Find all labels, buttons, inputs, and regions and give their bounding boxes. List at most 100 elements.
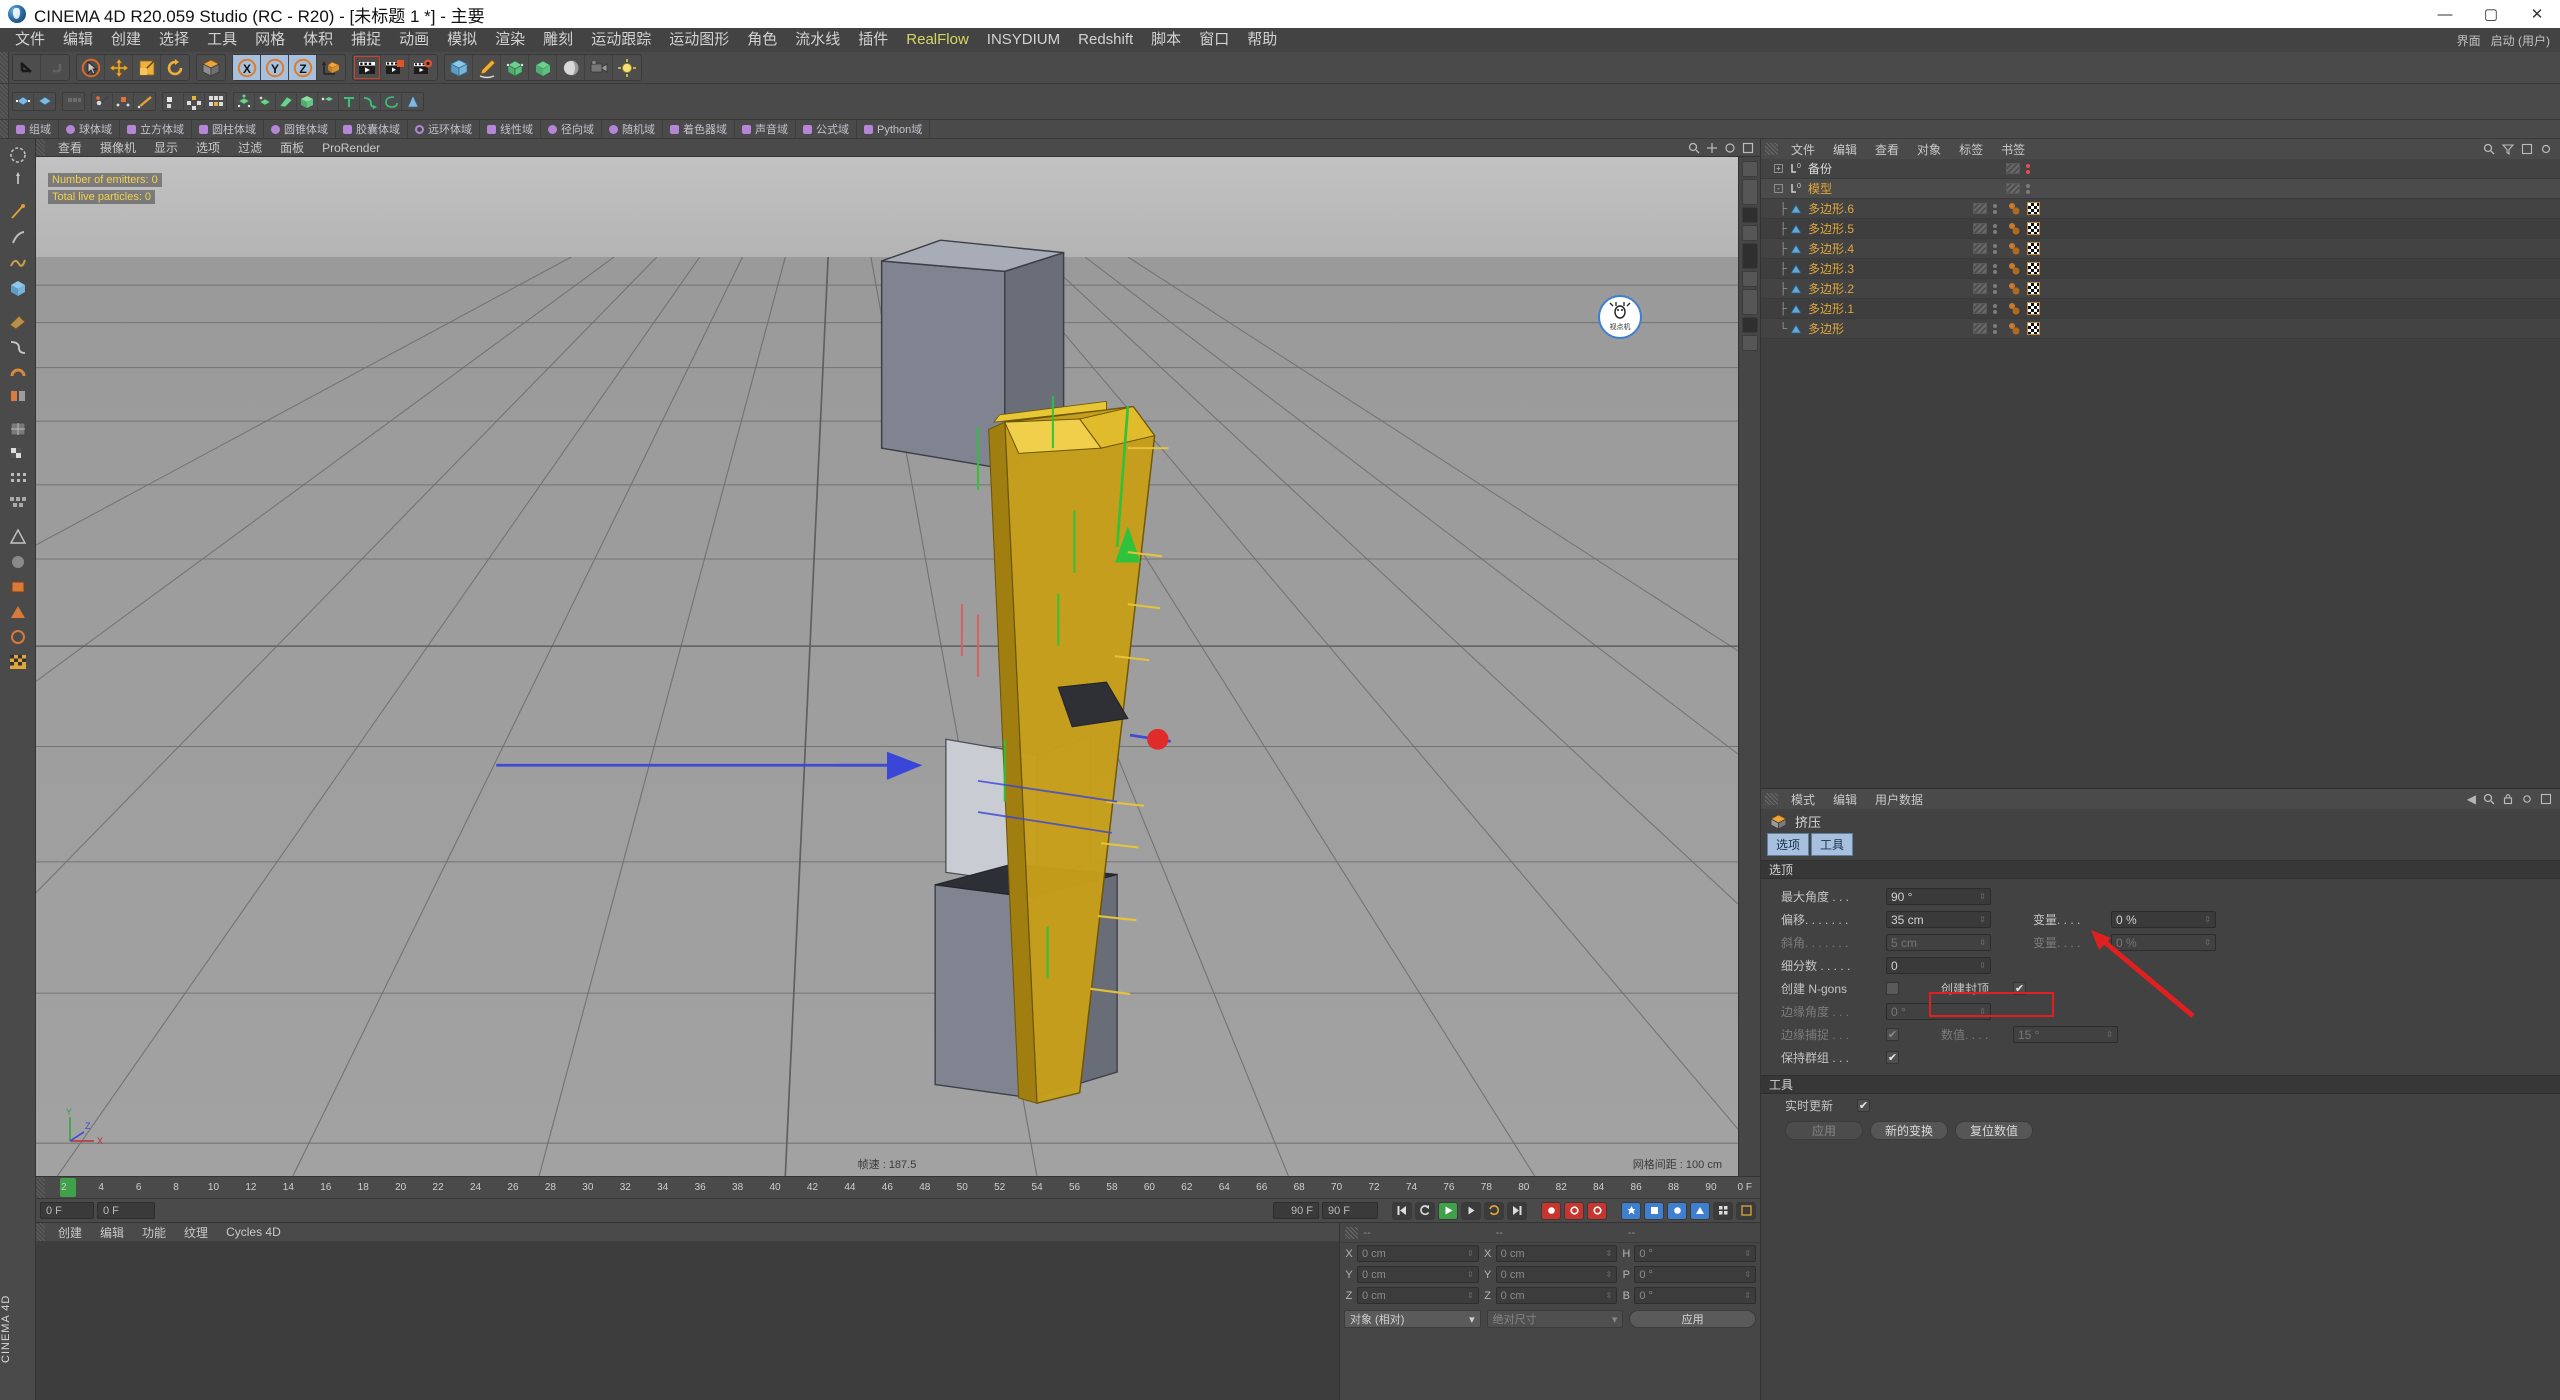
stepper-icon[interactable]: ⇳	[1979, 961, 1986, 970]
menu-item-tools[interactable]: 工具	[198, 28, 246, 52]
texture-tag-icon[interactable]	[2027, 222, 2040, 235]
key-rotation-button[interactable]	[1667, 1202, 1687, 1220]
visibility-toggle[interactable]	[1973, 203, 1987, 214]
side-tool-3-icon[interactable]	[1742, 207, 1758, 223]
create-ngons-checkbox[interactable]	[1886, 982, 1899, 995]
menu-item-realflow[interactable]: RealFlow	[897, 28, 978, 52]
viewport-menu-prorender[interactable]: ProRender	[313, 141, 389, 155]
material-tag-icon[interactable]	[2007, 322, 2023, 336]
coord-size-mode-select[interactable]: 绝对尺寸▾	[1487, 1310, 1624, 1328]
stepper-icon[interactable]: ⇳	[1744, 1249, 1751, 1258]
om-menu-objects[interactable]: 对象	[1908, 141, 1950, 158]
subdivision-input[interactable]: 0⇳	[1886, 957, 1991, 974]
coord-apply-button[interactable]: 应用	[1629, 1310, 1756, 1328]
cube-tool-icon[interactable]	[4, 276, 32, 300]
navigation-gizmo[interactable]: 视点机	[1598, 295, 1642, 339]
attribute-manager-grip[interactable]	[1765, 793, 1778, 805]
close-button[interactable]: ✕	[2514, 0, 2560, 28]
apply-button[interactable]: 应用	[1785, 1121, 1863, 1140]
menu-item-select[interactable]: 选择	[150, 28, 198, 52]
viewport-menu-view[interactable]: 查看	[49, 139, 91, 156]
stepper-icon[interactable]: ⇳	[1606, 1249, 1613, 1258]
am-menu-mode[interactable]: 模式	[1782, 791, 1824, 808]
coord-object-mode-select[interactable]: 对象 (相对)▾	[1344, 1310, 1481, 1328]
side-tool-6-icon[interactable]	[1742, 271, 1758, 287]
grid-tool-icon[interactable]	[205, 93, 226, 110]
max-angle-input[interactable]: 90 °⇳	[1886, 888, 1991, 905]
om-filter-icon[interactable]	[2502, 143, 2514, 155]
object-row-polygon[interactable]: └ 多边形	[1761, 319, 2560, 339]
key-grid-button[interactable]	[1713, 1202, 1733, 1220]
om-menu-view[interactable]: 查看	[1866, 141, 1908, 158]
field-group-domain[interactable]: 组域	[9, 120, 59, 138]
viewport-3d[interactable]: Number of emitters: 0 Total live particl…	[36, 157, 1738, 1176]
material-tag-icon[interactable]	[2007, 302, 2023, 316]
stepper-icon[interactable]: ⇳	[1467, 1270, 1474, 1279]
keep-group-checkbox[interactable]: ✔	[1886, 1051, 1899, 1064]
circle-tool-icon[interactable]	[4, 625, 32, 649]
side-tool-9-icon[interactable]	[1742, 335, 1758, 351]
size-y-input[interactable]: 0 cm⇳	[1496, 1266, 1618, 1283]
viewport-menu-display[interactable]: 显示	[145, 139, 187, 156]
triangle-tool-icon[interactable]	[4, 600, 32, 624]
object-row-polygon-4[interactable]: ├ 多边形.4	[1761, 239, 2560, 259]
shard-icon[interactable]	[402, 93, 423, 110]
expand-icon[interactable]: +	[1774, 164, 1783, 173]
magnet-icon[interactable]	[4, 359, 32, 383]
field-linear-domain[interactable]: 线性域	[480, 120, 541, 138]
visibility-dots[interactable]	[1993, 204, 1997, 214]
spline-pen-icon[interactable]	[473, 55, 501, 80]
loop-button[interactable]	[1484, 1202, 1504, 1220]
move-axis-icon[interactable]	[4, 168, 32, 192]
menu-item-edit[interactable]: 编辑	[54, 28, 102, 52]
texture-tag-icon[interactable]	[2027, 322, 2040, 335]
stepper-icon[interactable]: ⇳	[1467, 1249, 1474, 1258]
material-tag-icon[interactable]	[2007, 202, 2023, 216]
timeline-ruler[interactable]: 2 4 6 8 10 12 14 16 18 20 22 24 26 28 30…	[36, 1176, 1760, 1198]
menu-item-help[interactable]: 帮助	[1238, 28, 1286, 52]
object-row-model[interactable]: - 0 模型	[1761, 179, 2560, 199]
offset-variation-input[interactable]: 0 %⇳	[2111, 911, 2216, 928]
position-x-input[interactable]: 0 cm⇳	[1357, 1245, 1479, 1262]
menu-item-insydium[interactable]: INSYDIUM	[978, 28, 1069, 52]
field-radial-domain[interactable]: 径向域	[541, 120, 602, 138]
menu-item-render[interactable]: 渲染	[486, 28, 534, 52]
cube-object-icon[interactable]	[197, 55, 225, 80]
menu-item-pipeline[interactable]: 流水线	[786, 28, 849, 52]
visibility-toggle[interactable]	[1973, 263, 1987, 274]
collapse-icon[interactable]: -	[1774, 184, 1783, 193]
menu-item-snap[interactable]: 捕捉	[342, 28, 390, 52]
am-lock-icon[interactable]	[2502, 793, 2514, 805]
tab-options[interactable]: 选项	[1767, 833, 1809, 856]
viewport-grip[interactable]	[36, 139, 45, 156]
measure-icon[interactable]	[4, 309, 32, 333]
object-row-polygon-3[interactable]: ├ 多边形.3	[1761, 259, 2560, 279]
axis-y-icon[interactable]: Y	[261, 55, 289, 80]
bridge-icon[interactable]	[134, 93, 155, 110]
viewport-menu-options[interactable]: 选项	[187, 139, 229, 156]
knife-icon[interactable]	[92, 93, 113, 110]
paint-icon[interactable]	[4, 575, 32, 599]
menu-item-file[interactable]: 文件	[6, 28, 54, 52]
axis-z-icon[interactable]: Z	[289, 55, 317, 80]
prev-key-button[interactable]	[1415, 1202, 1435, 1220]
generator-icon[interactable]	[501, 55, 529, 80]
next-frame-button[interactable]	[1461, 1202, 1481, 1220]
stepper-icon[interactable]: ⇳	[1606, 1270, 1613, 1279]
menu-item-mograph[interactable]: 运动图形	[660, 28, 738, 52]
field-sphere-domain[interactable]: 球体域	[59, 120, 120, 138]
menu-item-redshift[interactable]: Redshift	[1069, 28, 1142, 52]
field-formula-domain[interactable]: 公式域	[796, 120, 857, 138]
material-tag-icon[interactable]	[2007, 282, 2023, 296]
rotate-tool-icon[interactable]	[161, 55, 189, 80]
field-capsule-domain[interactable]: 胶囊体域	[336, 120, 408, 138]
stepper-icon[interactable]: ⇳	[1979, 892, 1986, 901]
stepper-icon[interactable]: ⇳	[2204, 915, 2211, 924]
menu-item-motiontrack[interactable]: 运动跟踪	[582, 28, 660, 52]
smooth-icon[interactable]	[4, 251, 32, 275]
menu-item-sculpt[interactable]: 雕刻	[534, 28, 582, 52]
am-options-icon[interactable]	[2540, 793, 2552, 805]
om-search-icon[interactable]	[2483, 143, 2495, 155]
spline-smooth-icon[interactable]	[4, 334, 32, 358]
texture-tag-icon[interactable]	[2027, 262, 2040, 275]
